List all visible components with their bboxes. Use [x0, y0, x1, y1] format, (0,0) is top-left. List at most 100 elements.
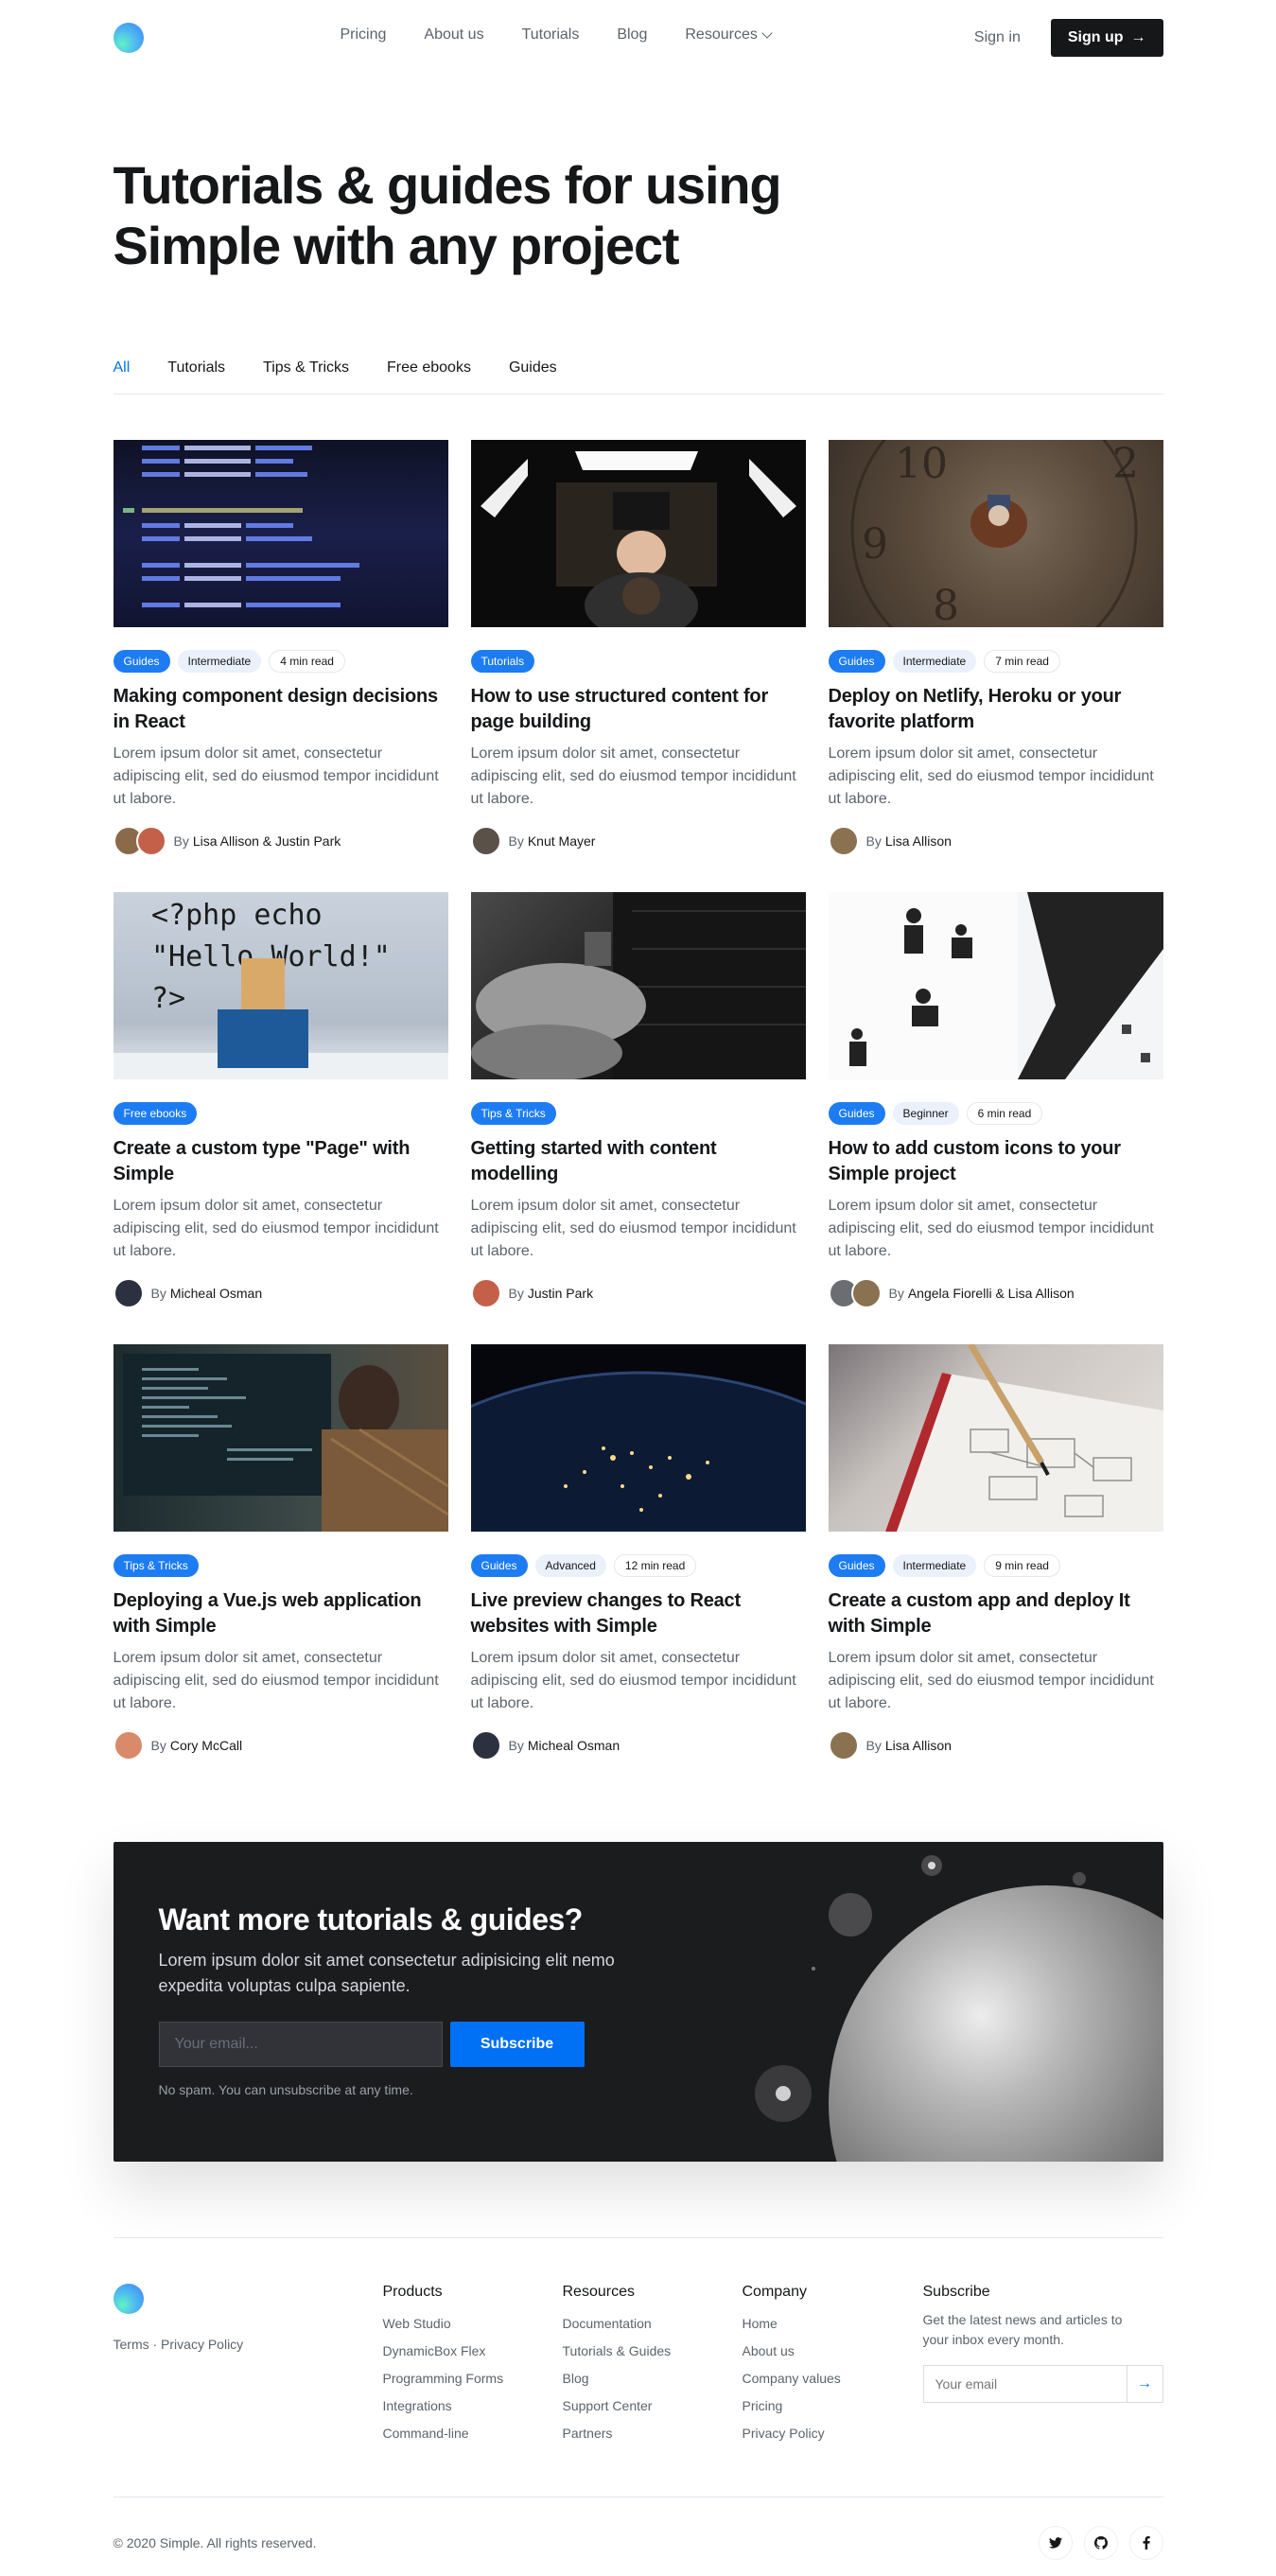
article-image-hands[interactable] — [470, 892, 806, 1079]
github-icon[interactable] — [1083, 2526, 1118, 2560]
footer-link[interactable]: Tutorials & Guides — [563, 2338, 672, 2365]
nav-pricing[interactable]: Pricing — [341, 26, 387, 44]
tag-level[interactable]: Advanced — [534, 1554, 606, 1577]
tag-category[interactable]: Guides — [828, 650, 885, 673]
tab-all[interactable]: All — [114, 359, 131, 377]
tab-free-ebooks[interactable]: Free ebooks — [387, 359, 471, 377]
legal-links[interactable]: Terms · Privacy Policy — [114, 2337, 244, 2352]
footer-link[interactable]: Privacy Policy — [743, 2420, 841, 2447]
footer-link[interactable]: Home — [743, 2310, 841, 2338]
article-card[interactable]: Guides Beginner 6 min read How to add cu… — [828, 892, 1163, 1322]
tag-category[interactable]: Free ebooks — [113, 1102, 198, 1125]
article-image-clock[interactable]: 10 9 8 2 — [828, 440, 1163, 627]
footer-link[interactable]: Blog — [563, 2365, 672, 2392]
article-image-developer[interactable] — [113, 1344, 448, 1532]
footer-link[interactable]: Support Center — [563, 2392, 672, 2420]
article-image-code[interactable] — [113, 440, 448, 627]
nav-resources[interactable]: Resources — [685, 26, 773, 44]
tag-level[interactable]: Beginner — [892, 1102, 959, 1125]
tag-category[interactable]: Tutorials — [470, 650, 535, 673]
article-card[interactable]: Tutorials How to use structured content … — [470, 440, 806, 869]
site-footer: Terms · Privacy Policy Products Web Stud… — [113, 2237, 1163, 2497]
nav-blog[interactable]: Blog — [617, 26, 647, 44]
footer-link[interactable]: Integrations — [383, 2392, 504, 2420]
email-input[interactable] — [158, 2022, 443, 2067]
article-card[interactable]: <?php echo "Hello World!" ?> Free ebooks… — [113, 892, 448, 1322]
article-title[interactable]: Getting started with content modelling — [471, 1136, 806, 1187]
author-name[interactable]: Cory McCall — [170, 1738, 242, 1753]
author-name[interactable]: Micheal Osman — [528, 1738, 620, 1753]
nav-tutorials[interactable]: Tutorials — [522, 26, 580, 44]
article-image-hello-world[interactable]: <?php echo "Hello World!" ?> — [113, 892, 448, 1079]
tag-category[interactable]: Tips & Tricks — [470, 1102, 556, 1125]
footer-link[interactable]: DynamicBox Flex — [383, 2338, 504, 2365]
footer-link[interactable]: About us — [743, 2338, 841, 2365]
article-image-earth[interactable] — [470, 1344, 806, 1532]
article-title[interactable]: Create a custom app and deploy It with S… — [829, 1588, 1163, 1639]
author-name[interactable]: Lisa Allison — [885, 1738, 952, 1753]
tab-tutorials[interactable]: Tutorials — [167, 359, 225, 377]
tag-level[interactable]: Intermediate — [892, 650, 977, 673]
footer-link[interactable]: Programming Forms — [383, 2365, 504, 2392]
sign-in-link[interactable]: Sign in — [974, 29, 1021, 46]
footer-link[interactable]: Documentation — [563, 2310, 672, 2338]
tag-level[interactable]: Intermediate — [892, 1554, 977, 1577]
article-author: By Lisa Allison & Justin Park — [113, 826, 448, 856]
by-label: By — [508, 833, 524, 849]
arrow-right-icon[interactable]: → — [1126, 2366, 1162, 2402]
arrow-right-icon: → — [1130, 29, 1146, 45]
footer-email-input[interactable] — [923, 2366, 1127, 2402]
article-card[interactable]: Guides Intermediate 9 min read Create a … — [828, 1344, 1163, 1774]
twitter-icon[interactable] — [1038, 2526, 1073, 2560]
article-card[interactable]: Tips & Tricks Getting started with conte… — [470, 892, 806, 1322]
nav-about[interactable]: About us — [424, 26, 483, 44]
article-card[interactable]: Guides Intermediate 4 min read Making co… — [113, 440, 448, 869]
article-title[interactable]: Making component design decisions in Rea… — [114, 684, 448, 735]
article-title[interactable]: Create a custom type "Page" with Simple — [114, 1136, 448, 1187]
article-title[interactable]: Deploy on Netlify, Heroku or your favori… — [829, 684, 1163, 735]
article-card[interactable]: Tips & Tricks Deploying a Vue.js web app… — [113, 1344, 448, 1774]
article-tags: Tutorials — [470, 650, 806, 673]
article-card[interactable]: 10 9 8 2 Guides Intermediate 7 min read … — [828, 440, 1163, 869]
author-name[interactable]: Angela Fiorelli & Lisa Allison — [908, 1286, 1075, 1301]
author-name[interactable]: Knut Mayer — [528, 833, 596, 849]
footer-link[interactable]: Partners — [563, 2420, 672, 2447]
article-card[interactable]: Guides Advanced 12 min read Live preview… — [470, 1344, 806, 1774]
planet-illustration — [828, 1885, 1163, 2162]
article-image-desk[interactable] — [470, 440, 806, 627]
article-excerpt: Lorem ipsum dolor sit amet, consectetur … — [828, 1650, 1154, 1711]
footer-column-resources: Resources Documentation Tutorials & Guid… — [563, 2284, 672, 2447]
icons-illustration — [828, 892, 1163, 1079]
logo[interactable] — [113, 23, 144, 53]
author-name[interactable]: Micheal Osman — [170, 1286, 262, 1301]
author-name[interactable]: Lisa Allison — [885, 833, 952, 849]
tag-category[interactable]: Guides — [828, 1554, 885, 1577]
footer-link[interactable]: Pricing — [743, 2392, 841, 2420]
article-title[interactable]: How to use structured content for page b… — [471, 684, 806, 735]
footer-link[interactable]: Company values — [743, 2365, 841, 2392]
article-title[interactable]: Deploying a Vue.js web application with … — [114, 1588, 448, 1639]
author-name[interactable]: Justin Park — [528, 1286, 593, 1301]
tab-tips-tricks[interactable]: Tips & Tricks — [263, 359, 349, 377]
tab-guides[interactable]: Guides — [509, 359, 557, 377]
tag-category[interactable]: Tips & Tricks — [113, 1554, 199, 1577]
footer-link[interactable]: Web Studio — [383, 2310, 504, 2338]
article-image-sketchbook[interactable] — [828, 1344, 1163, 1532]
facebook-icon[interactable] — [1128, 2526, 1163, 2560]
author-name[interactable]: Lisa Allison & Justin Park — [193, 833, 341, 849]
subscribe-button[interactable]: Subscribe — [449, 2022, 585, 2067]
article-image-icons[interactable] — [828, 892, 1163, 1079]
footer-link[interactable]: Command-line — [383, 2420, 504, 2447]
tag-category[interactable]: Guides — [470, 1554, 528, 1577]
tag-category[interactable]: Guides — [828, 1102, 885, 1125]
article-title[interactable]: How to add custom icons to your Simple p… — [829, 1136, 1163, 1187]
site-header: Pricing About us Tutorials Blog Resource… — [0, 0, 1276, 76]
footer-logo[interactable] — [113, 2284, 144, 2314]
newsletter-cta: Want more tutorials & guides? Lorem ipsu… — [113, 1842, 1163, 2162]
svg-text:10: 10 — [895, 440, 948, 488]
article-title[interactable]: Live preview changes to React websites w… — [471, 1588, 806, 1639]
tag-category[interactable]: Guides — [113, 650, 170, 673]
sign-up-button[interactable]: Sign up → — [1050, 19, 1163, 57]
svg-text:2: 2 — [1112, 440, 1139, 488]
tag-level[interactable]: Intermediate — [177, 650, 262, 673]
